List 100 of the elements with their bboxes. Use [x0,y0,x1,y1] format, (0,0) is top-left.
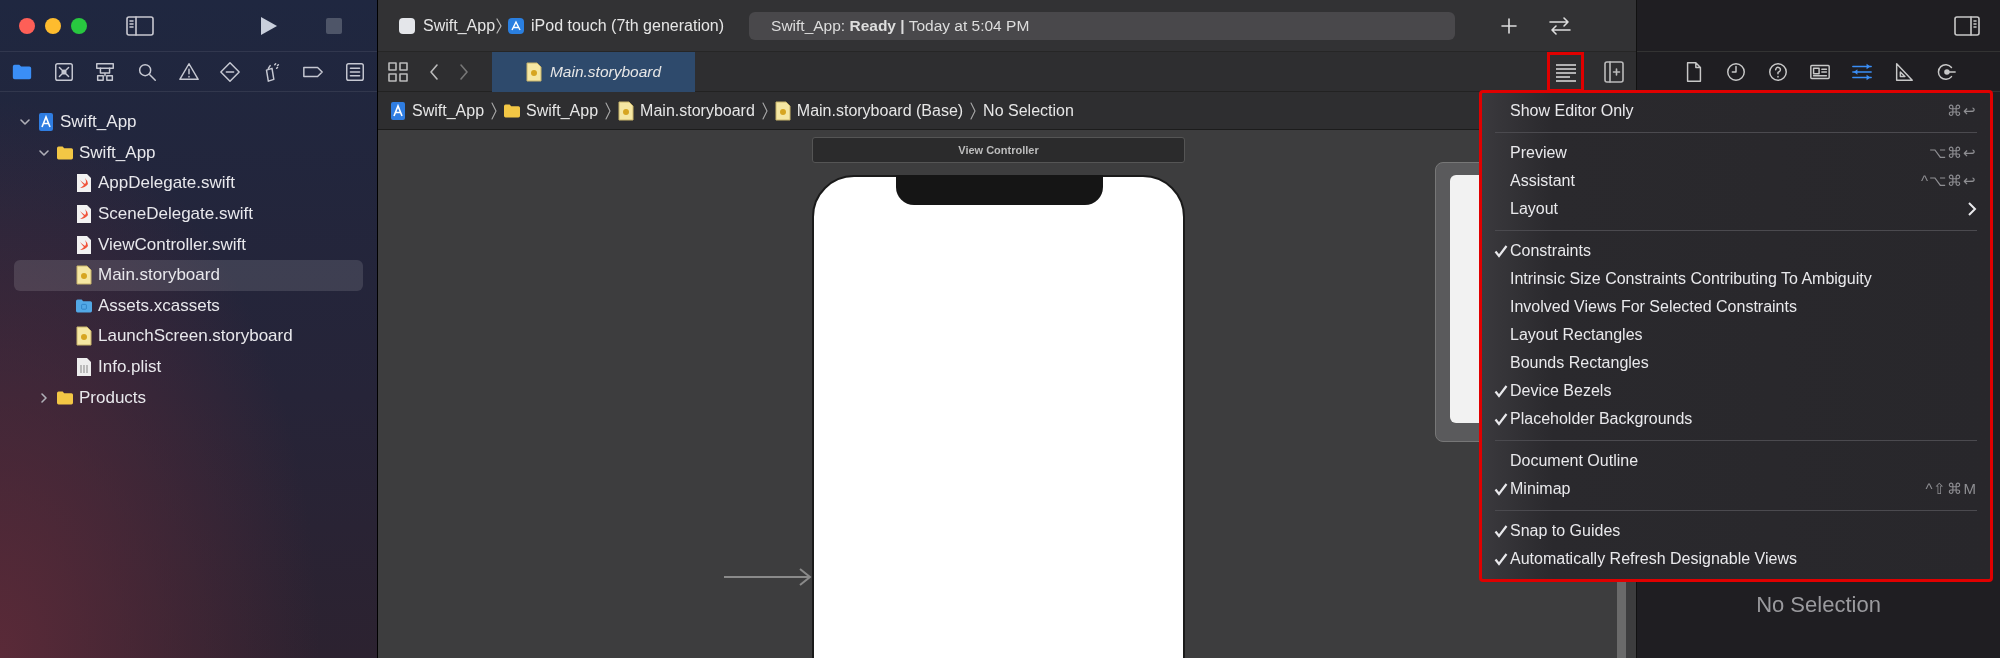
ruler-triangle-icon[interactable] [1893,60,1915,83]
checkmark-icon [1494,244,1508,258]
menu-item-label: Layout Rectangles [1510,326,1643,344]
menu-item-label: Placeholder Backgrounds [1510,410,1693,428]
file-name: Main.storyboard [98,265,220,286]
file-tree-item[interactable]: Swift_App [14,107,363,138]
device-name[interactable]: iPod touch (7th generation) [531,16,725,35]
menu-item-label: Minimap [1510,480,1571,498]
file-name: Products [79,387,147,408]
file-tree-item[interactable]: LaunchScreen.storyboard [14,321,363,352]
menu-item-label: Assistant [1510,172,1575,190]
breadcrumb-item[interactable]: Main.storyboard (Base) [796,101,964,120]
menu-item[interactable]: Document Outline [1482,447,1990,475]
checkmark-icon [1494,482,1508,496]
forward-icon[interactable] [458,62,470,81]
breadcrumb-item[interactable]: No Selection [983,101,1074,120]
checkmark-icon [1494,552,1508,566]
document-icon [76,357,92,378]
breadcrumb-item[interactable]: Swift_App [412,101,485,120]
file-name: ViewController.swift [98,234,247,255]
inspector-toggle-icon[interactable] [1954,14,1980,37]
file-tree-item[interactable]: Swift_App [14,137,363,169]
checkmark-icon [1494,384,1508,398]
swift-file-icon [76,234,92,255]
breadcrumb-item[interactable]: Main.storyboard [640,101,755,120]
plus-icon[interactable] [1500,16,1519,35]
menu-item[interactable]: Constraints [1482,237,1990,265]
grid-icon[interactable] [388,61,408,82]
menu-item[interactable]: Snap to Guides [1482,517,1990,545]
scheme-name[interactable]: Swift_App [423,16,496,35]
sidebar-toggle-icon[interactable] [125,13,155,38]
menu-item-label: Bounds Rectangles [1510,354,1649,372]
menu-item-label: Constraints [1510,242,1591,260]
menu-item-label: Device Bezels [1510,382,1612,400]
zoom-button[interactable] [71,17,87,34]
menu-item[interactable]: Preview ⌥⌘↩ [1482,139,1990,167]
file-tree-item[interactable]: SceneDelegate.swift [14,198,363,230]
menu-item[interactable]: Placeholder Backgrounds [1482,405,1990,433]
app-store-icon [507,16,526,35]
add-editor-icon[interactable] [1604,60,1624,83]
lines-icon [1553,61,1578,82]
keyboard-shortcut: ^⌥⌘↩ [1920,172,1977,190]
menu-item[interactable]: Layout Rectangles [1482,321,1990,349]
chevron-right-icon [760,101,769,120]
menu-item[interactable]: Intrinsic Size Constraints Contributing To Ambiguity [1482,265,1990,293]
menu-item[interactable]: Assistant ^⌥⌘↩ [1482,167,1990,195]
close-button[interactable] [19,17,35,34]
menu-item[interactable]: Device Bezels [1482,377,1990,405]
keyboard-shortcut: ⌥⌘↩ [1929,144,1977,162]
file-tree-item[interactable]: Info.plist [14,351,363,383]
storyboard-file-icon [618,100,635,121]
chevron-right-icon [490,101,499,120]
file-name: SceneDelegate.swift [98,204,253,225]
app-document-icon [390,100,406,121]
app-icon [398,16,416,35]
menu-item[interactable]: Involved Views For Selected Constraints [1482,293,1990,321]
source-control-icon[interactable] [52,60,75,83]
menu-item-label: Show Editor Only [1510,102,1634,120]
keyboard-shortcut: ^⇧⌘M [1925,480,1977,498]
menu-item-label: Layout [1510,200,1559,218]
file-name: Info.plist [98,357,162,378]
storyboard-file-icon [76,326,92,347]
keyboard-shortcut: ⌘↩ [1947,102,1977,120]
file-tree-item[interactable]: AppDelegate.swift [14,168,363,199]
file-name: Assets.xcassets [98,295,220,316]
file-tree-item[interactable]: Assets.xcassets [14,290,363,322]
menu-item-label: Document Outline [1510,452,1639,470]
menu-item[interactable]: Bounds Rectangles [1482,349,1990,377]
file-name: Swift_App [60,112,137,133]
file-tree-item[interactable]: ViewController.swift [14,229,363,260]
editor-tab[interactable]: Main.storyboard [492,51,695,92]
menu-item[interactable]: Automatically Refresh Designable Views [1482,545,1990,573]
menu-item-label: Snap to Guides [1510,522,1621,540]
chevron-right-icon [604,101,613,120]
chevron-right-icon[interactable] [38,391,50,404]
storyboard-file-icon [76,265,92,286]
menu-item-label: Involved Views For Selected Constraints [1510,298,1797,316]
clock-icon[interactable] [1725,60,1747,83]
menu-item-label: Intrinsic Size Constraints Contributing To Ambiguity [1510,270,1872,288]
menu-item[interactable]: Layout [1482,195,1990,223]
swift-file-icon [76,173,92,194]
menu-item[interactable]: Minimap ^⇧⌘M [1482,475,1990,503]
list-icon[interactable] [344,60,366,83]
menu-item[interactable]: Show Editor Only ⌘↩ [1482,97,1990,125]
warning-icon[interactable] [177,60,200,83]
diamond-icon[interactable] [219,60,242,83]
storyboard-file-icon [525,61,542,82]
back-icon[interactable] [428,62,440,81]
file-name: AppDelegate.swift [98,173,236,194]
storyboard-file-icon [774,100,791,121]
breadcrumb-item[interactable]: Swift_App [526,101,599,120]
checkmark-icon [1494,412,1508,426]
minimize-button[interactable] [45,17,61,34]
hierarchy-icon[interactable] [94,60,117,83]
file-tree-item[interactable]: Main.storyboard [14,259,363,291]
help-icon[interactable] [1767,60,1789,83]
swift-file-icon [76,204,92,225]
file-tree-item[interactable]: Products [14,382,363,413]
play-icon[interactable] [259,14,279,37]
app-document-icon [38,112,54,133]
